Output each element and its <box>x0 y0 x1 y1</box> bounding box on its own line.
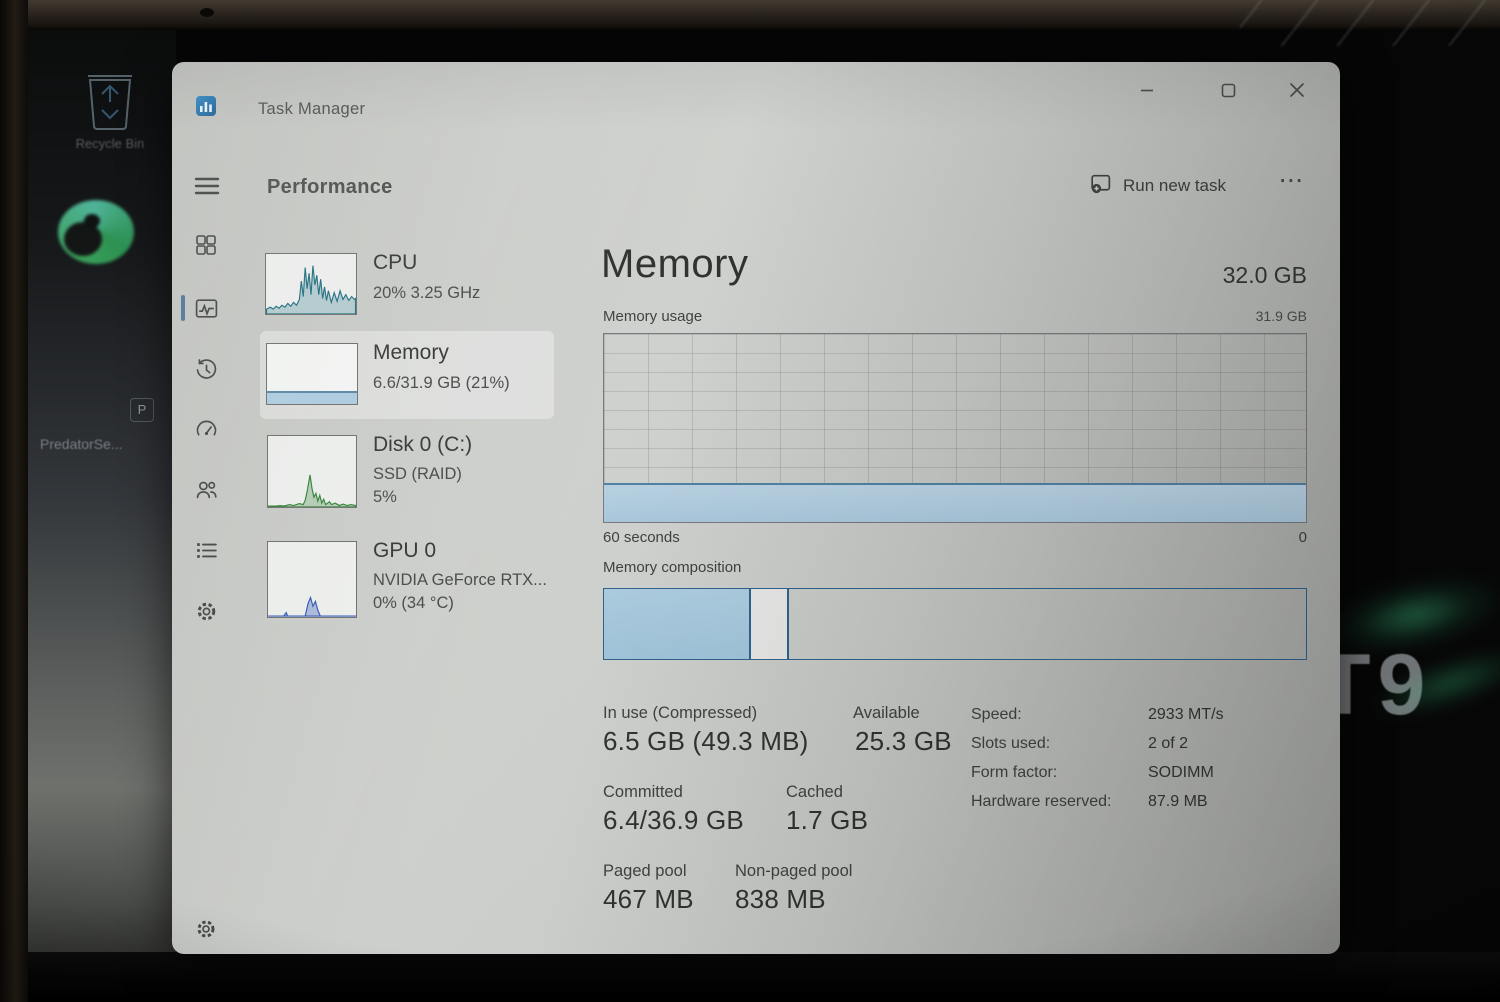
perf-item-memory[interactable]: Memory 6.6/31.9 GB (21%) <box>260 331 554 419</box>
timeline-left-label: 60 seconds <box>603 529 680 546</box>
perf-item-disk[interactable]: Disk 0 (C:) SSD (RAID) 5% <box>260 428 554 520</box>
hardware-reserved-value: 87.9 MB <box>1148 793 1208 811</box>
cpu-detail: 20% 3.25 GHz <box>373 283 480 304</box>
memory-sparkline <box>266 343 358 405</box>
run-new-task-label: Run new task <box>1123 176 1226 196</box>
hardware-reserved-label: Hardware reserved: <box>971 793 1112 811</box>
memory-usage-label: Memory usage <box>603 308 702 325</box>
recycle-bin-label: Recycle Bin <box>40 136 180 151</box>
swirl-core <box>84 214 100 228</box>
task-manager-window: Task Manager Performance Run <box>172 62 1340 954</box>
desktop-bottom-strip <box>28 952 1500 1002</box>
window-title: Task Manager <box>258 100 365 119</box>
nonpaged-pool-label: Non-paged pool <box>735 862 852 881</box>
in-use-label: In use (Compressed) <box>603 704 757 723</box>
memory-composition-label: Memory composition <box>603 559 741 576</box>
gpu-detail1: NVIDIA GeForce RTX... <box>373 570 547 591</box>
disk-detail1: SSD (RAID) <box>373 464 462 485</box>
gpu-sparkline <box>267 541 357 618</box>
form-factor-label: Form factor: <box>971 764 1057 782</box>
page-title: Performance <box>267 176 393 199</box>
sidebar-item-app-history[interactable] <box>184 347 228 391</box>
composition-modified <box>751 589 788 659</box>
gpu-title: GPU 0 <box>373 538 436 564</box>
speed-label: Speed: <box>971 706 1022 724</box>
available-label: Available <box>853 704 920 723</box>
perf-item-cpu[interactable]: CPU 20% 3.25 GHz <box>260 245 554 329</box>
desktop-left-strip <box>28 30 176 1002</box>
photo-stage: T9 Recycle Bin P PredatorSe... Task Mana… <box>0 0 1500 1002</box>
sidebar-item-details[interactable] <box>184 528 228 572</box>
memory-title: Memory <box>373 340 449 366</box>
slots-value: 2 of 2 <box>1148 735 1188 753</box>
run-new-task-icon <box>1088 171 1113 201</box>
disk-detail2: 5% <box>373 487 397 508</box>
sidebar-item-users[interactable] <box>184 467 228 511</box>
sidebar-item-startup-apps[interactable] <box>184 407 228 451</box>
gpu-detail2: 0% (34 °C) <box>373 593 454 614</box>
disk-title: Disk 0 (C:) <box>373 432 472 458</box>
memory-composition-bar <box>603 588 1307 660</box>
perf-item-gpu[interactable]: GPU 0 NVIDIA GeForce RTX... 0% (34 °C) <box>260 534 554 634</box>
form-factor-value: SODIMM <box>1148 764 1214 782</box>
cpu-sparkline <box>265 253 357 315</box>
cached-value: 1.7 GB <box>786 805 868 836</box>
minimize-button[interactable] <box>1124 72 1170 108</box>
disk-sparkline <box>267 435 357 508</box>
laptop-bezel-left <box>0 0 28 1002</box>
settings-icon[interactable] <box>184 907 228 951</box>
sidebar-item-processes[interactable] <box>184 223 228 267</box>
cached-label: Cached <box>786 783 843 802</box>
swirl-notch <box>64 222 102 256</box>
sidebar-item-performance[interactable] <box>184 286 228 330</box>
reflection-streaks <box>1240 0 1500 46</box>
memory-detail: 6.6/31.9 GB (21%) <box>373 373 510 394</box>
maximize-button[interactable] <box>1205 72 1251 108</box>
run-new-task-button[interactable]: Run new task <box>1088 168 1298 204</box>
available-value: 25.3 GB <box>855 726 952 757</box>
composition-free <box>789 589 1306 659</box>
memory-capacity: 32.0 GB <box>1107 262 1307 289</box>
nonpaged-pool-value: 838 MB <box>735 884 826 915</box>
desktop-right-strip <box>1336 30 1500 1002</box>
composition-inuse <box>604 589 751 659</box>
memory-usage-fill <box>604 483 1306 522</box>
speed-value: 2933 MT/s <box>1148 706 1224 724</box>
recycle-bin-icon[interactable] <box>82 66 138 132</box>
paged-pool-value: 467 MB <box>603 884 694 915</box>
predator-sense-icon[interactable]: P <box>130 398 154 422</box>
bezel-camera-dot <box>200 8 214 17</box>
memory-usage-max: 31.9 GB <box>1157 308 1307 324</box>
paged-pool-label: Paged pool <box>603 862 687 881</box>
memory-mini-fill <box>267 391 357 404</box>
task-manager-app-icon <box>196 96 216 116</box>
green-swirl-icon[interactable] <box>58 200 134 264</box>
sidebar-item-services[interactable] <box>184 589 228 633</box>
slots-label: Slots used: <box>971 735 1050 753</box>
close-button[interactable] <box>1274 72 1320 108</box>
more-options-button[interactable]: ... <box>1280 166 1305 188</box>
memory-heading: Memory <box>601 242 748 287</box>
committed-label: Committed <box>603 783 683 802</box>
in-use-value: 6.5 GB (49.3 MB) <box>603 726 809 757</box>
cpu-title: CPU <box>373 250 417 276</box>
committed-value: 6.4/36.9 GB <box>603 805 744 836</box>
timeline-right-label: 0 <box>1207 529 1307 546</box>
navigation-menu-button[interactable] <box>194 174 224 202</box>
memory-usage-chart <box>603 333 1307 523</box>
